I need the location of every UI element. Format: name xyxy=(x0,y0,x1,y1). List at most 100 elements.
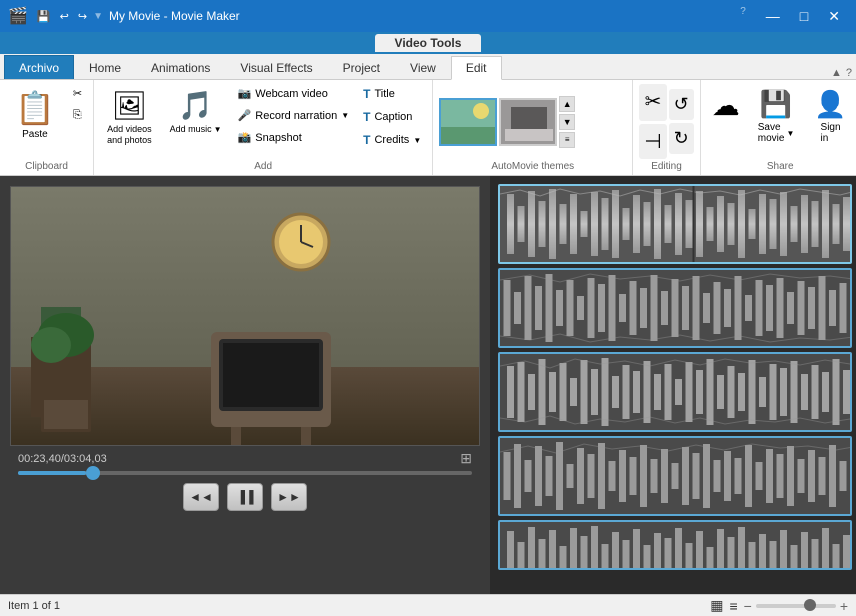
zoom-thumb[interactable] xyxy=(804,599,816,611)
redo-btn[interactable]: ↪ xyxy=(75,8,90,25)
theme-1[interactable] xyxy=(439,98,497,146)
record-narration-label: Record narration xyxy=(255,110,337,122)
clipboard-label: Clipboard xyxy=(25,159,68,175)
tab-visual-effects[interactable]: Visual Effects xyxy=(225,55,327,79)
clip-4-waveform xyxy=(500,438,850,514)
scene-svg xyxy=(11,187,480,446)
progress-thumb[interactable] xyxy=(86,466,100,480)
playback-controls: ◄◄ ▐▐ ►► xyxy=(10,479,480,515)
ribbon: 📋 Paste ✂ ⎘ Clipboard 🖼 Add videosand ph… xyxy=(0,80,856,176)
status-bar: Item 1 of 1 ▦ ≡ − + xyxy=(0,594,856,616)
record-narration-icon: 🎤 xyxy=(238,109,252,122)
tab-view[interactable]: View xyxy=(395,55,451,79)
theme-strip xyxy=(439,98,557,146)
rotate-left-btn[interactable]: ↺ xyxy=(669,89,694,120)
save-movie-col: 💾 Savemovie ▼ xyxy=(749,84,804,149)
rotate-right-icon: ↻ xyxy=(674,128,689,149)
onedrive-icon: ☁ xyxy=(712,89,740,122)
clipboard-content: 📋 Paste ✂ ⎘ xyxy=(6,84,87,159)
sign-in-btn[interactable]: 👤 Signin xyxy=(807,84,853,149)
onedrive-btn[interactable]: ☁ xyxy=(707,84,745,129)
theme-2[interactable] xyxy=(499,98,557,146)
webcam-video-btn[interactable]: 📷 Webcam video xyxy=(233,84,355,103)
paste-label: Paste xyxy=(22,129,48,140)
forward-btn[interactable]: ►► xyxy=(271,483,307,511)
save-movie-dropdown-arrow: ▼ xyxy=(786,129,794,138)
timeline-clip-5[interactable] xyxy=(498,520,852,570)
tab-edit[interactable]: Edit xyxy=(451,56,502,80)
timeline-clip-1[interactable] xyxy=(498,184,852,264)
expand-video-btn[interactable]: ⊞ xyxy=(460,450,472,467)
add-col-text: T Title T Caption T Credits ▼ xyxy=(358,84,426,150)
rewind-icon: ◄◄ xyxy=(189,490,213,504)
dropdown-arrow-qa[interactable]: ▼ xyxy=(93,11,103,22)
webcam-label: Webcam video xyxy=(255,88,328,100)
close-btn[interactable]: ✕ xyxy=(820,6,848,27)
automovie-label: AutoMovie themes xyxy=(439,159,626,175)
tab-archivo[interactable]: Archivo xyxy=(4,55,74,79)
add-music-btn[interactable]: 🎵 Add music▼ xyxy=(163,84,229,139)
theme-scroll-more[interactable]: ≡ xyxy=(559,132,575,148)
view-icon-2[interactable]: ≡ xyxy=(729,598,737,614)
clip-2-waveform xyxy=(500,270,850,346)
rewind-btn[interactable]: ◄◄ xyxy=(183,483,219,511)
copy-btn[interactable]: ⎘ xyxy=(68,106,87,125)
rotate-left-icon: ↺ xyxy=(674,94,689,115)
ribbon-group-editing: ✂ ⊣ ↺ ↻ Editing xyxy=(633,80,701,175)
timeline-scroll[interactable] xyxy=(490,176,856,594)
add-videos-photos-btn[interactable]: 🖼 Add videosand photos xyxy=(100,84,159,151)
ribbon-tab-controls: ▲ ? xyxy=(831,67,856,79)
tab-home[interactable]: Home xyxy=(74,55,136,79)
add-col-right: 📷 Webcam video 🎤 Record narration ▼ 📸 Sn… xyxy=(233,84,355,147)
video-tools-tab[interactable]: Video Tools xyxy=(375,34,482,52)
tab-project[interactable]: Project xyxy=(328,55,395,79)
editing-icons-col1: ✂ ⊣ xyxy=(639,84,666,159)
snapshot-btn[interactable]: 📸 Snapshot xyxy=(233,128,355,147)
timeline-clip-2[interactable] xyxy=(498,268,852,348)
zoom-plus-btn[interactable]: + xyxy=(840,598,848,614)
title-label: Title xyxy=(374,88,394,100)
caption-btn[interactable]: T Caption xyxy=(358,107,426,127)
save-movie-icon: 💾 xyxy=(760,89,792,120)
save-movie-btn[interactable]: 💾 Savemovie ▼ xyxy=(749,84,804,149)
help-ribbon-btn[interactable]: ? xyxy=(846,67,852,79)
pause-btn[interactable]: ▐▐ xyxy=(227,483,263,511)
video-progress[interactable] xyxy=(10,471,480,475)
ribbon-tabs: Archivo Home Animations Visual Effects P… xyxy=(0,54,856,80)
save-quick-btn[interactable]: 💾 xyxy=(34,8,54,25)
status-item-count: Item 1 of 1 xyxy=(8,600,60,612)
title-btn[interactable]: T Title xyxy=(358,84,426,104)
expand-ribbon-btn[interactable]: ▲ xyxy=(831,67,842,79)
ribbon-group-share: ☁ 💾 Savemovie ▼ 👤 Signin Share xyxy=(701,80,856,175)
clip-3-waveform xyxy=(500,354,850,430)
pause-icon: ▐▐ xyxy=(236,490,253,504)
trim-btn[interactable]: ✂ xyxy=(639,84,666,121)
split-btn[interactable]: ⊣ xyxy=(639,124,666,159)
theme-1-preview xyxy=(441,99,495,145)
record-narration-btn[interactable]: 🎤 Record narration ▼ xyxy=(233,106,355,125)
paste-button[interactable]: 📋 Paste xyxy=(6,84,64,145)
theme-2-preview xyxy=(501,99,555,145)
zoom-slider[interactable] xyxy=(756,604,836,608)
undo-btn[interactable]: ↩ xyxy=(57,8,72,25)
save-movie-label: Savemovie ▼ xyxy=(758,122,795,144)
automovie-content: ▲ ▼ ≡ xyxy=(439,84,626,159)
timeline-clip-4[interactable] xyxy=(498,436,852,516)
progress-track[interactable] xyxy=(18,471,472,475)
view-icon-1[interactable]: ▦ xyxy=(710,597,723,614)
tab-animations[interactable]: Animations xyxy=(136,55,225,79)
add-music-icon: 🎵 xyxy=(178,89,213,122)
rotate-right-btn[interactable]: ↻ xyxy=(669,123,694,154)
zoom-minus-btn[interactable]: − xyxy=(744,598,752,614)
clip-1-waveform xyxy=(500,186,850,262)
cut-btn[interactable]: ✂ xyxy=(68,84,87,103)
minimize-btn[interactable]: — xyxy=(758,6,788,27)
maximize-btn[interactable]: □ xyxy=(792,6,816,27)
theme-scroll-up[interactable]: ▲ xyxy=(559,96,575,112)
caption-icon: T xyxy=(363,110,370,124)
help-icon[interactable]: ? xyxy=(740,6,746,27)
timeline-clip-3[interactable] xyxy=(498,352,852,432)
credits-btn[interactable]: T Credits ▼ xyxy=(358,130,426,150)
theme-scroll-down[interactable]: ▼ xyxy=(559,114,575,130)
title-bar-left: 🎬 💾 ↩ ↪ ▼ My Movie - Movie Maker xyxy=(8,6,240,26)
